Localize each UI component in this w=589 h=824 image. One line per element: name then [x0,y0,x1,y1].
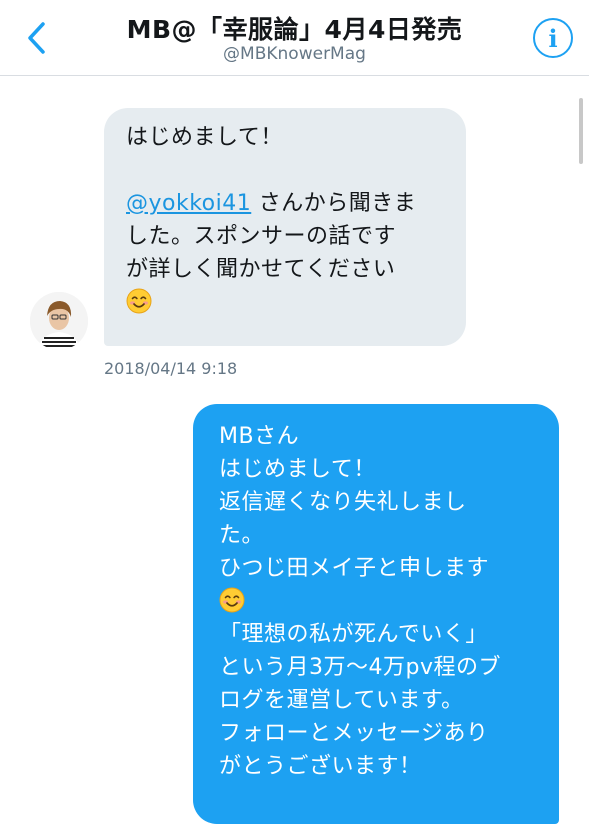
message-line: ログを運営しています。 [219,688,464,713]
message-line: はじめまして！ [126,125,283,150]
message-line: @yokkoi41 さんから聞きま [126,187,446,220]
message-line: た。 [219,523,265,548]
incoming-message-bubble[interactable]: はじめまして！ @yokkoi41 さんから聞きま した。スポンサーの話です が… [104,108,466,346]
scrollbar[interactable] [579,98,583,164]
message-line: 「理想の私が死んでいく」 [219,622,488,647]
smiling-face-emoji-icon [219,587,245,613]
chevron-left-icon [28,22,45,54]
message-timestamp: 2018/04/14 9:18 [104,359,238,378]
message-line: MBさん [219,424,300,449]
conversation-title: MB@「幸服論」4月4日発売 [126,15,463,44]
message-line [219,585,543,618]
smiling-face-emoji-icon [126,288,152,314]
message-text: さんから聞きま [251,191,417,216]
conversation-header: MB@「幸服論」4月4日発売 @MBKnowerMag i [0,0,589,76]
mention-link[interactable]: @yokkoi41 [126,191,251,216]
message-line: という月3万〜4万pv程のブ [219,655,501,680]
message-line: 返信遅くなり失礼しまし [219,490,467,515]
info-icon: i [548,23,558,53]
message-line: フォローとメッセージあり [219,721,489,746]
conversation-handle: @MBKnowerMag [223,44,366,64]
sender-avatar[interactable] [30,292,88,350]
info-button[interactable]: i [533,18,573,58]
message-line: ひつじ田メイ子と申します [219,556,490,581]
message-line: が詳しく聞かせてください [126,257,396,282]
message-line [126,286,446,319]
avatar-image [30,292,88,350]
outgoing-message-bubble[interactable]: MBさん はじめまして！ 返信遅くなり失礼しまし た。 ひつじ田メイ子と申します… [193,404,559,824]
message-line: した。スポンサーの話です [126,224,397,249]
message-line: はじめまして！ [219,457,376,482]
back-button[interactable] [18,16,54,60]
message-line: がとうございます！ [219,754,422,779]
